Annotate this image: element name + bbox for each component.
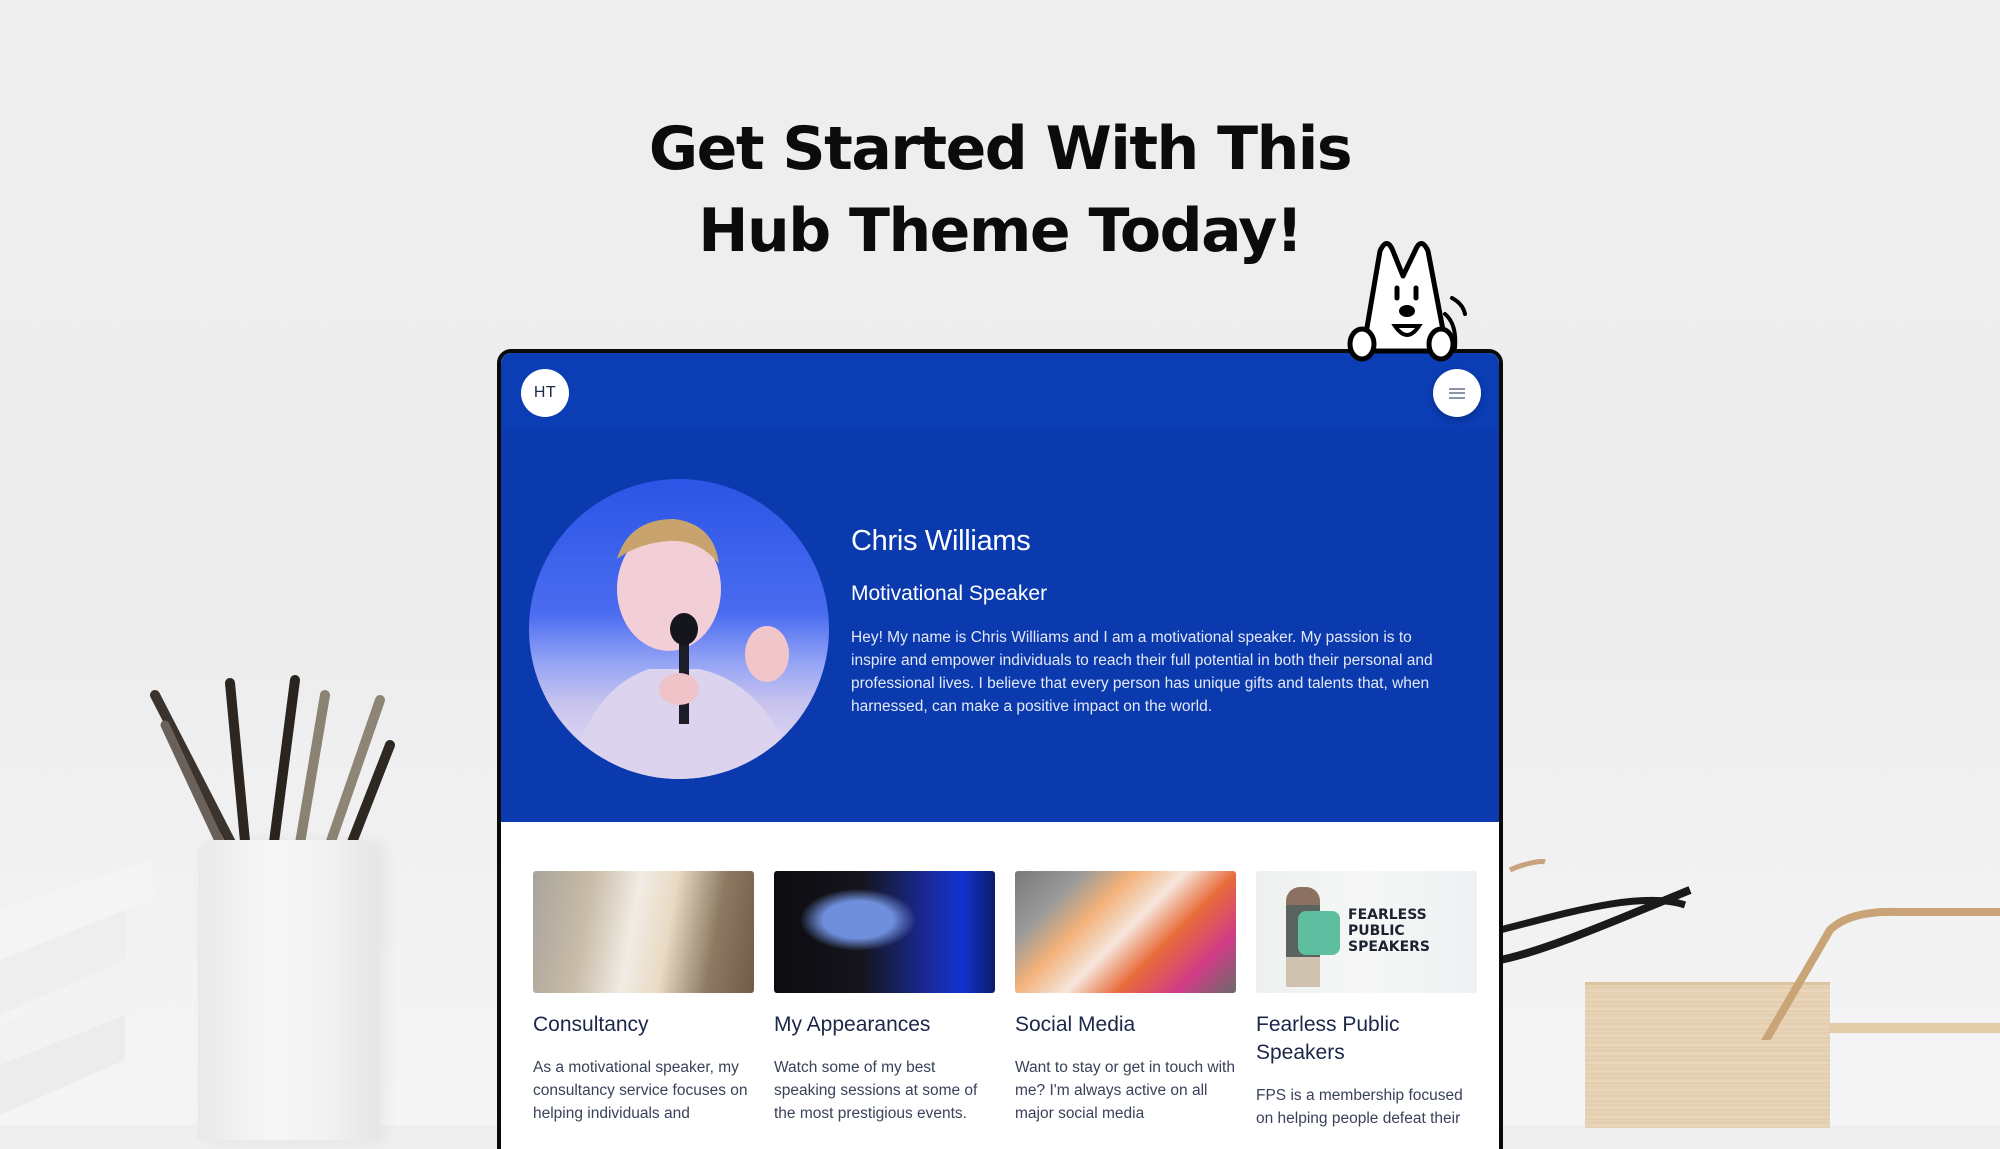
- hero-text-block: Chris Williams Motivational Speaker Hey!…: [851, 523, 1461, 718]
- card-image[interactable]: FEARLESS PUBLIC SPEAKERS: [1256, 871, 1477, 993]
- wire-stand-decor: [1761, 907, 2000, 1040]
- microphone-hands-icon: [1298, 911, 1340, 955]
- promo-headline: Get Started With This Hub Theme Today!: [0, 108, 2000, 272]
- headline-line-1: Get Started With This: [648, 114, 1353, 184]
- card-consultancy[interactable]: Consultancy As a motivational speaker, m…: [533, 871, 754, 1130]
- speaker-bio: Hey! My name is Chris Williams and I am …: [851, 629, 1433, 715]
- eyeglasses-decor: [1500, 859, 1692, 964]
- card-title[interactable]: Fearless Public Speakers: [1256, 1011, 1477, 1067]
- pencil-cup-decor: [198, 840, 380, 1140]
- card-description: FPS is a membership focused on helping p…: [1256, 1087, 1463, 1127]
- card-title[interactable]: Social Media: [1015, 1011, 1236, 1039]
- speaker-name: Chris Williams: [851, 525, 1031, 557]
- fps-logo-text: FEARLESS PUBLIC SPEAKERS: [1348, 907, 1431, 955]
- card-image[interactable]: [774, 871, 995, 993]
- card-fearless-public-speakers[interactable]: FEARLESS PUBLIC SPEAKERS Fearless Public…: [1256, 871, 1477, 1130]
- card-image[interactable]: [533, 871, 754, 993]
- card-description: Watch some of my best speaking sessions …: [774, 1059, 978, 1122]
- services-grid: Consultancy As a motivational speaker, m…: [533, 871, 1477, 1130]
- card-my-appearances[interactable]: My Appearances Watch some of my best spe…: [774, 871, 995, 1130]
- card-description: Want to stay or get in touch with me? I'…: [1015, 1059, 1235, 1122]
- card-description: As a motivational speaker, my consultanc…: [533, 1059, 748, 1122]
- speaker-silhouette-icon: [569, 519, 799, 779]
- card-social-media[interactable]: Social Media Want to stay or get in touc…: [1015, 871, 1236, 1130]
- speaker-role: Motivational Speaker: [851, 582, 1048, 605]
- card-image[interactable]: [1015, 871, 1236, 993]
- dog-mascot-icon: [1347, 241, 1467, 362]
- hero-section: Chris Williams Motivational Speaker Hey!…: [501, 429, 1499, 822]
- website-preview-window: HT Chris Williams Motivational Speaker H…: [497, 349, 1503, 1149]
- card-title[interactable]: Consultancy: [533, 1011, 754, 1039]
- headline-line-2: Hub Theme Today!: [698, 196, 1303, 266]
- site-logo[interactable]: HT: [521, 369, 569, 417]
- books-stack-decor: [0, 860, 155, 1115]
- card-title[interactable]: My Appearances: [774, 1011, 995, 1039]
- menu-button[interactable]: [1433, 369, 1481, 417]
- profile-photo: [529, 479, 829, 779]
- hamburger-menu-icon: [1449, 387, 1465, 399]
